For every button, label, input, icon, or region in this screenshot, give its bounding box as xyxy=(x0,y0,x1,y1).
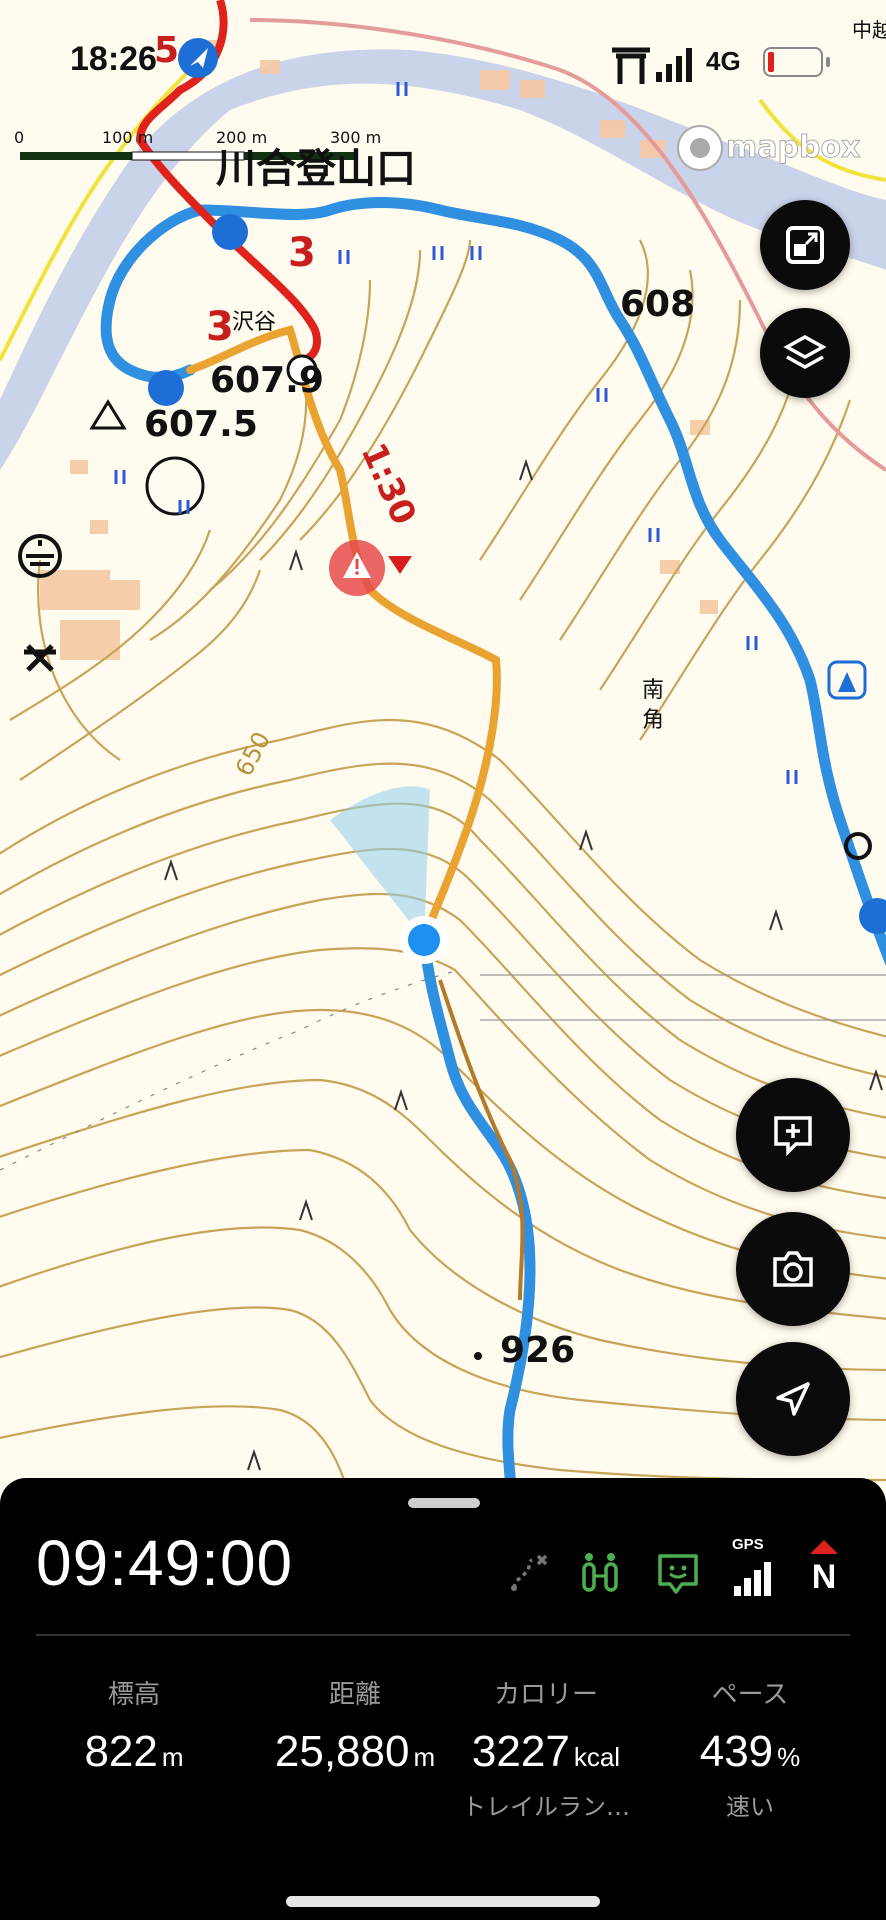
stat-elevation-unit: m xyxy=(161,1742,184,1772)
label-elevation-6075: 607.5 xyxy=(144,404,258,445)
camera-button[interactable] xyxy=(736,1212,850,1326)
chat-icon[interactable] xyxy=(654,1550,702,1598)
scale-tick-0: 0 xyxy=(14,128,25,147)
label-trailhead: 川合登山口 xyxy=(216,146,416,192)
stat-calories-activity: トレイルラン… xyxy=(462,1793,630,1821)
stat-pace-descriptor: 速い xyxy=(726,1793,774,1821)
stat-distance-unit: m xyxy=(413,1742,436,1772)
stat-calories-label: カロリー xyxy=(493,1680,598,1710)
tracking-panel: 09:49:00 GPS N 標高 822 m 距離 25,880 m カロリー 3… xyxy=(0,1478,886,1920)
stat-elevation-value: 822 xyxy=(84,1727,158,1776)
stat-elevation: 標高 822 m xyxy=(24,1674,244,1777)
status-time: 18:26 xyxy=(70,40,157,78)
label-elevation-608: 608 xyxy=(620,284,696,325)
stat-pace-label: ペース xyxy=(711,1680,789,1710)
locate-button[interactable] xyxy=(736,1342,850,1456)
stat-pace-value: 439 xyxy=(699,1727,774,1776)
stat-pace-unit: % xyxy=(777,1742,801,1772)
stat-pace: ペース 439% 速い xyxy=(640,1674,860,1822)
compass-north-label: N xyxy=(811,1558,837,1596)
label-route-number-5: 5 xyxy=(154,30,180,71)
label-route-number-3b: 3 xyxy=(206,304,234,350)
hiking-route-icon[interactable] xyxy=(578,1550,624,1598)
compass-north-icon[interactable] xyxy=(806,1536,842,1556)
navigation-arrow-icon xyxy=(776,1382,810,1416)
label-peak-926: 926 xyxy=(500,1330,576,1371)
stat-calories-value: 3227 xyxy=(471,1727,570,1776)
scale-tick-100: 100 m xyxy=(102,128,154,147)
label-place-nankaku: 南角 xyxy=(642,678,665,733)
stat-calories-unit: kcal xyxy=(573,1742,621,1772)
panel-drag-handle[interactable] xyxy=(408,1498,480,1508)
panel-divider xyxy=(36,1634,850,1636)
layers-icon xyxy=(783,334,827,370)
home-indicator[interactable] xyxy=(286,1896,600,1907)
status-network: 4G xyxy=(706,46,741,76)
label-corner: 中越 xyxy=(852,18,886,42)
stat-distance-value: 25,880 xyxy=(274,1727,410,1776)
camera-icon xyxy=(773,1251,813,1287)
elapsed-time: 09:49:00 xyxy=(36,1527,294,1599)
label-route-number-3a: 3 xyxy=(288,230,316,276)
gps-label: GPS xyxy=(732,1536,764,1553)
stat-elevation-label: 標高 xyxy=(107,1680,160,1710)
stat-calories: カロリー 3227 kcal トレイルラン… xyxy=(436,1674,656,1822)
gps-signal-icon xyxy=(734,1562,771,1596)
fit-route-icon xyxy=(786,226,824,264)
route-off-icon[interactable] xyxy=(506,1550,552,1596)
map-layers-button[interactable] xyxy=(760,308,850,398)
add-note-icon xyxy=(774,1116,812,1157)
label-elevation-6079: 607.9 xyxy=(210,360,324,401)
fit-route-button[interactable] xyxy=(760,200,850,290)
label-valley: 沢谷 xyxy=(232,310,277,335)
mapbox-attribution[interactable]: mapbox xyxy=(725,130,860,166)
add-marker-button[interactable] xyxy=(736,1078,850,1192)
